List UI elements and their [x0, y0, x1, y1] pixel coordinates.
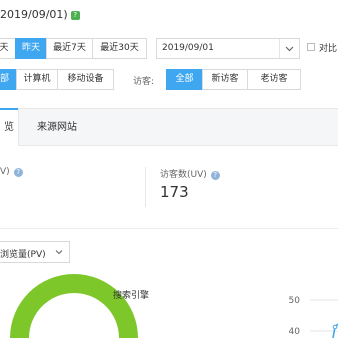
donut-slice-search-engine[interactable] [10, 274, 138, 338]
visitor-button-new[interactable]: 新访客 [202, 69, 248, 90]
metric-select-value: 浏览量(PV) [0, 250, 46, 260]
visitor-filter-label: 访客: [133, 77, 155, 87]
uv-metric-label-text: 访客数(UV) [160, 170, 207, 180]
visitor-button-all[interactable]: 全部 [166, 69, 203, 90]
section-divider [0, 228, 338, 229]
metric-select[interactable]: 浏览量(PV) [0, 241, 70, 263]
pv-metric-label: V)? [0, 167, 23, 177]
pv-metric-label-text: V) [0, 167, 10, 177]
compare-checkbox[interactable] [307, 43, 315, 51]
trend-point[interactable] [332, 324, 338, 330]
chevron-down-icon [54, 247, 64, 257]
device-button-mobile[interactable]: 移动设备 [57, 69, 114, 90]
report-date-text: 2019/09/01) [0, 8, 68, 21]
date-picker-input[interactable]: 2019/09/01 [156, 38, 300, 59]
device-button-all[interactable]: 部 [0, 69, 17, 90]
visitor-button-returning[interactable]: 老访客 [247, 69, 301, 90]
compare-label: 对比 [319, 44, 338, 54]
chevron-down-icon[interactable] [279, 39, 299, 58]
range-button-yesterday[interactable]: 昨天 [15, 38, 47, 59]
y-tick-label: 40 [289, 327, 301, 337]
help-icon[interactable]: ? [70, 11, 80, 20]
y-tick-label: 50 [289, 296, 301, 306]
date-picker-value: 2019/09/01 [162, 43, 214, 53]
help-icon[interactable]: ? [13, 168, 23, 177]
donut-label: 搜索引擎 [113, 289, 149, 301]
tab-source-sites[interactable]: 来源网站 [18, 109, 96, 146]
tab-source-sites-label: 来源网站 [37, 122, 77, 133]
report-tabs: 览 来源网站 [0, 108, 338, 146]
range-button-today[interactable]: 天 [0, 38, 16, 59]
metrics-divider [145, 167, 146, 207]
tab-overview[interactable]: 览 [0, 108, 19, 146]
device-button-computer[interactable]: 计算机 [16, 69, 58, 90]
uv-metric-label: 访客数(UV)? [160, 167, 220, 180]
help-icon[interactable]: ? [210, 171, 220, 180]
charts-area: 搜索引擎 50 40 [10, 274, 338, 338]
report-date-title: 2019/09/01)? [0, 8, 80, 21]
uv-metric-value: 173 [160, 183, 189, 201]
tab-overview-label: 览 [4, 122, 14, 133]
range-button-last7[interactable]: 最近7天 [46, 38, 93, 59]
range-button-last30[interactable]: 最近30天 [92, 38, 147, 59]
active-tab-indicator [0, 108, 18, 110]
